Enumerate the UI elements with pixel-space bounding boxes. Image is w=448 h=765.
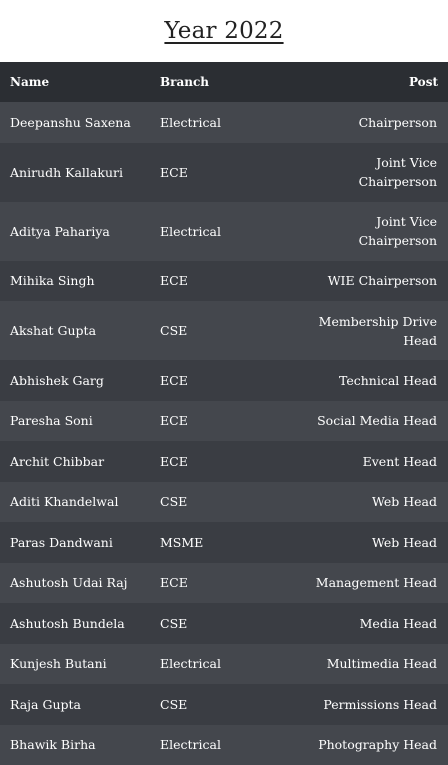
cell-post: Membership Drive Head (318, 313, 437, 348)
cell-branch: MSME (160, 534, 204, 550)
table-row: Aditya Pahariya Electrical Joint Vice Ch… (0, 201, 448, 261)
cell-post: Multimedia Head (326, 656, 437, 672)
cell-branch: CSE (160, 323, 188, 338)
cell-branch: Electrical (160, 737, 221, 753)
table-row: Deepanshu Saxena Electrical Chairperson (0, 102, 448, 143)
cell-name: Ashutosh Bundela (10, 615, 125, 631)
members-table: Name Branch Post Deepanshu Saxena Electr… (0, 62, 448, 765)
title-area: Year 2022 (0, 0, 448, 62)
cell-name: Abhishek Garg (10, 372, 104, 388)
cell-name: Archit Chibbar (10, 453, 105, 469)
cell-name: Aditya Pahariya (10, 223, 110, 239)
cell-name: Mihika Singh (10, 273, 95, 289)
cell-branch: Electrical (160, 223, 221, 239)
table-row: Archit Chibbar ECE Event Head (0, 441, 448, 482)
cell-name: Ashutosh Udai Raj (10, 575, 128, 591)
table-row: Akshat Gupta CSE Membership Drive Head (0, 301, 448, 360)
cell-name: Raja Gupta (10, 696, 81, 712)
table-header: Name Branch Post (0, 62, 448, 102)
cell-branch: Electrical (160, 656, 221, 672)
table-row: Abhishek Garg ECE Technical Head (0, 360, 448, 401)
cell-name: Anirudh Kallakuri (10, 164, 123, 180)
cell-post: Joint Vice Chairperson (358, 155, 437, 189)
table-row: Aditi Khandelwal CSE Web Head (0, 481, 448, 522)
cell-name: Paras Dandwani (10, 534, 113, 550)
cell-branch: ECE (160, 372, 188, 388)
cell-post: Technical Head (338, 372, 437, 388)
cell-post: Web Head (372, 494, 437, 510)
cell-post: Event Head (362, 453, 437, 469)
cell-post: Permissions Head (323, 696, 437, 712)
cell-branch: CSE (160, 615, 188, 631)
cell-branch: ECE (160, 453, 188, 469)
table-row: Mihika Singh ECE WIE Chairperson (0, 260, 448, 301)
cell-post: Media Head (359, 615, 437, 631)
header-name: Name (10, 75, 50, 89)
header-post: Post (408, 75, 438, 89)
table-body: Deepanshu Saxena Electrical Chairperson … (0, 102, 448, 765)
cell-post: Photography Head (318, 737, 437, 753)
cell-branch: ECE (160, 413, 188, 429)
cell-branch: ECE (160, 273, 188, 289)
table-row: Kunjesh Butani Electrical Multimedia Hea… (0, 643, 448, 684)
cell-name: Paresha Soni (10, 413, 93, 429)
cell-post: Web Head (372, 534, 437, 550)
cell-post: Joint Vice Chairperson (358, 214, 437, 248)
table-row: Paresha Soni ECE Social Media Head (0, 400, 448, 441)
cell-name: Akshat Gupta (10, 323, 97, 338)
table-row: Paras Dandwani MSME Web Head (0, 522, 448, 563)
cell-post: Social Media Head (317, 413, 437, 429)
cell-branch: ECE (160, 164, 188, 180)
page-title: Year 2022 (164, 18, 284, 44)
cell-branch: CSE (160, 494, 188, 510)
table-row: Anirudh Kallakuri ECE Joint Vice Chairpe… (0, 142, 448, 202)
cell-name: Bhawik Birha (10, 737, 96, 753)
cell-name: Kunjesh Butani (10, 656, 107, 672)
cell-name: Deepanshu Saxena (10, 114, 131, 130)
cell-post: Chairperson (358, 114, 437, 130)
table-row: Raja Gupta CSE Permissions Head (0, 684, 448, 725)
cell-post: Management Head (315, 575, 437, 591)
cell-branch: CSE (160, 696, 188, 712)
header-branch: Branch (160, 75, 209, 89)
cell-post: WIE Chairperson (327, 273, 437, 289)
table-row: Ashutosh Udai Raj ECE Management Head (0, 562, 448, 603)
table-row: Bhawik Birha Electrical Photography Head (0, 724, 448, 765)
cell-name: Aditi Khandelwal (10, 494, 119, 510)
table-row: Ashutosh Bundela CSE Media Head (0, 603, 448, 644)
cell-branch: Electrical (160, 114, 221, 130)
header-row: Name Branch Post (0, 62, 448, 102)
cell-branch: ECE (160, 575, 188, 591)
